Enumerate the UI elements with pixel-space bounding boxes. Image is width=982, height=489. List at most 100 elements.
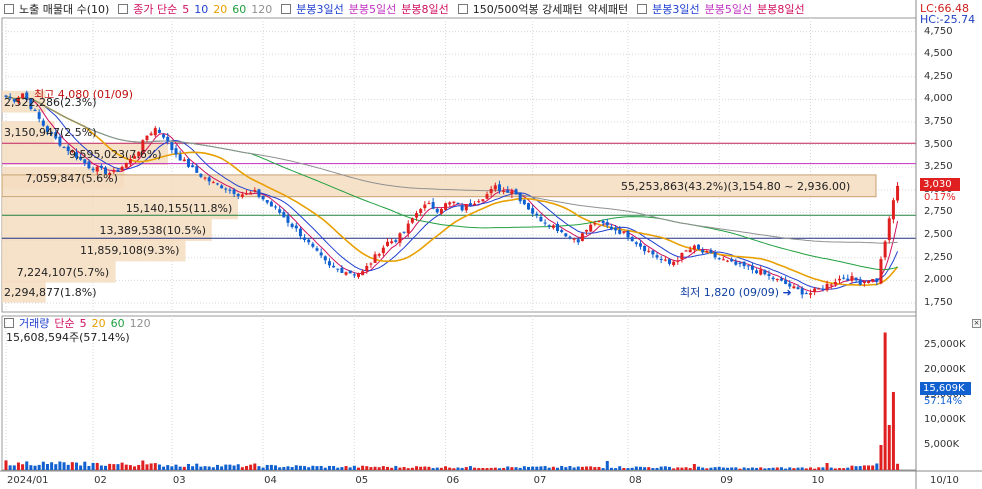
volume-bar	[365, 466, 369, 470]
candle-body	[348, 270, 352, 274]
volume-bar	[54, 464, 58, 470]
volume-bar	[207, 466, 211, 470]
volume-bar	[489, 467, 493, 470]
legend-weak[interactable]: 약세패턴	[588, 1, 628, 17]
candle-body	[560, 230, 564, 233]
volume-bar	[290, 467, 294, 470]
volume-bar	[112, 464, 116, 470]
candle-body	[680, 252, 684, 260]
month-label: 09	[720, 475, 733, 486]
checkbox-icon[interactable]	[118, 4, 129, 14]
volume-bar	[663, 466, 667, 470]
candle-body	[340, 267, 344, 273]
candle-body	[589, 224, 593, 232]
checkbox-icon[interactable]	[637, 4, 648, 14]
candle-body	[676, 260, 680, 262]
candle-body	[842, 277, 846, 279]
candle-body	[688, 249, 692, 253]
legend-title[interactable]: 노출 매물대 수(10)	[19, 1, 109, 17]
volume-bar	[215, 464, 219, 470]
checkbox-icon[interactable]	[4, 4, 14, 14]
volume-bar	[585, 466, 589, 470]
month-label: 08	[629, 475, 642, 486]
volume-ma-label[interactable]: 단순	[54, 315, 74, 331]
checkbox-icon[interactable]	[457, 4, 468, 14]
checkbox-icon[interactable]	[4, 318, 14, 328]
volume-bar	[672, 468, 676, 470]
legend-strong[interactable]: 150/500억봉 강세패턴	[473, 1, 583, 17]
volume-bar	[825, 463, 829, 470]
candle-body	[249, 192, 253, 194]
volume-bar	[659, 466, 663, 470]
volume-bar	[871, 465, 875, 470]
volume-bar	[315, 466, 319, 470]
candle-body	[410, 218, 414, 223]
candle-body	[423, 204, 427, 209]
candle-body	[717, 258, 721, 260]
volume-bar	[522, 466, 526, 470]
candle-body	[290, 223, 294, 228]
indicator-legend: 노출 매물대 수(10) 종가 단순 5 10 20 60 120 분봉3일선 …	[0, 0, 916, 18]
legend-bunbong4[interactable]: 분봉3일선	[652, 1, 699, 17]
volume-tag-pct: 57.14%	[924, 396, 963, 407]
candle-body	[838, 278, 842, 281]
candle-body	[220, 185, 224, 189]
legend-bunbong1[interactable]: 분봉3일선	[296, 1, 343, 17]
volume-bar	[643, 467, 647, 470]
candle-body	[858, 279, 862, 285]
legend-bunbong3[interactable]: 분봉8일선	[401, 1, 448, 17]
volume-bar	[178, 466, 182, 470]
volume-bar	[336, 467, 340, 470]
candle-body	[792, 286, 796, 289]
month-label: 06	[446, 475, 460, 486]
volume-bar	[468, 466, 472, 470]
profile-label: 2,294,877(1.8%)	[4, 285, 97, 299]
candle-body	[195, 166, 199, 173]
volume-bar	[705, 468, 709, 470]
volume-title[interactable]: 거래량	[19, 315, 49, 331]
candle-body	[415, 213, 419, 218]
volume-bar	[742, 467, 746, 470]
volume-bar	[435, 467, 439, 470]
candle-body	[543, 222, 547, 224]
candle-body	[261, 195, 265, 200]
volume-bar	[452, 468, 456, 470]
volume-bar	[721, 467, 725, 470]
volume-bar	[589, 466, 593, 470]
current-price-pct: 0.17%	[924, 192, 956, 203]
volume-bar	[634, 466, 638, 470]
volume-bar	[232, 465, 236, 470]
month-label: 03	[172, 475, 186, 486]
volume-bar	[655, 467, 659, 470]
candle-body	[593, 223, 597, 225]
volume-bar	[638, 466, 642, 470]
candle-body	[257, 189, 261, 197]
volume-bar	[622, 467, 626, 470]
candle-body	[804, 293, 808, 295]
volume-bar	[556, 467, 560, 470]
volume-bar	[369, 467, 373, 470]
volume-bar	[688, 468, 692, 470]
volume-bar	[99, 465, 103, 470]
candle-body	[464, 204, 468, 211]
legend-bunbong6[interactable]: 분봉8일선	[757, 1, 804, 17]
legend-bunbong2[interactable]: 분봉5일선	[349, 1, 396, 17]
volume-info: 15,608,594주(57.14%)	[6, 331, 130, 344]
candle-body	[344, 272, 348, 275]
volume-bar	[386, 466, 390, 470]
volume-bar	[779, 467, 783, 470]
legend-ma-label[interactable]: 종가 단순	[133, 1, 177, 17]
volume-bar	[124, 464, 128, 470]
legend-bunbong5[interactable]: 분봉5일선	[705, 1, 752, 17]
volume-bar	[170, 466, 174, 470]
candle-body	[232, 189, 236, 194]
candle-body	[174, 148, 178, 155]
panel-close-icon[interactable]: ×	[972, 319, 981, 328]
checkbox-icon[interactable]	[281, 4, 292, 14]
volume-bar	[79, 465, 83, 470]
volume-bar	[759, 467, 763, 470]
candle-body	[568, 236, 572, 238]
candle-body	[228, 189, 232, 191]
volume-bar	[410, 467, 414, 470]
volume-bar	[601, 468, 605, 470]
